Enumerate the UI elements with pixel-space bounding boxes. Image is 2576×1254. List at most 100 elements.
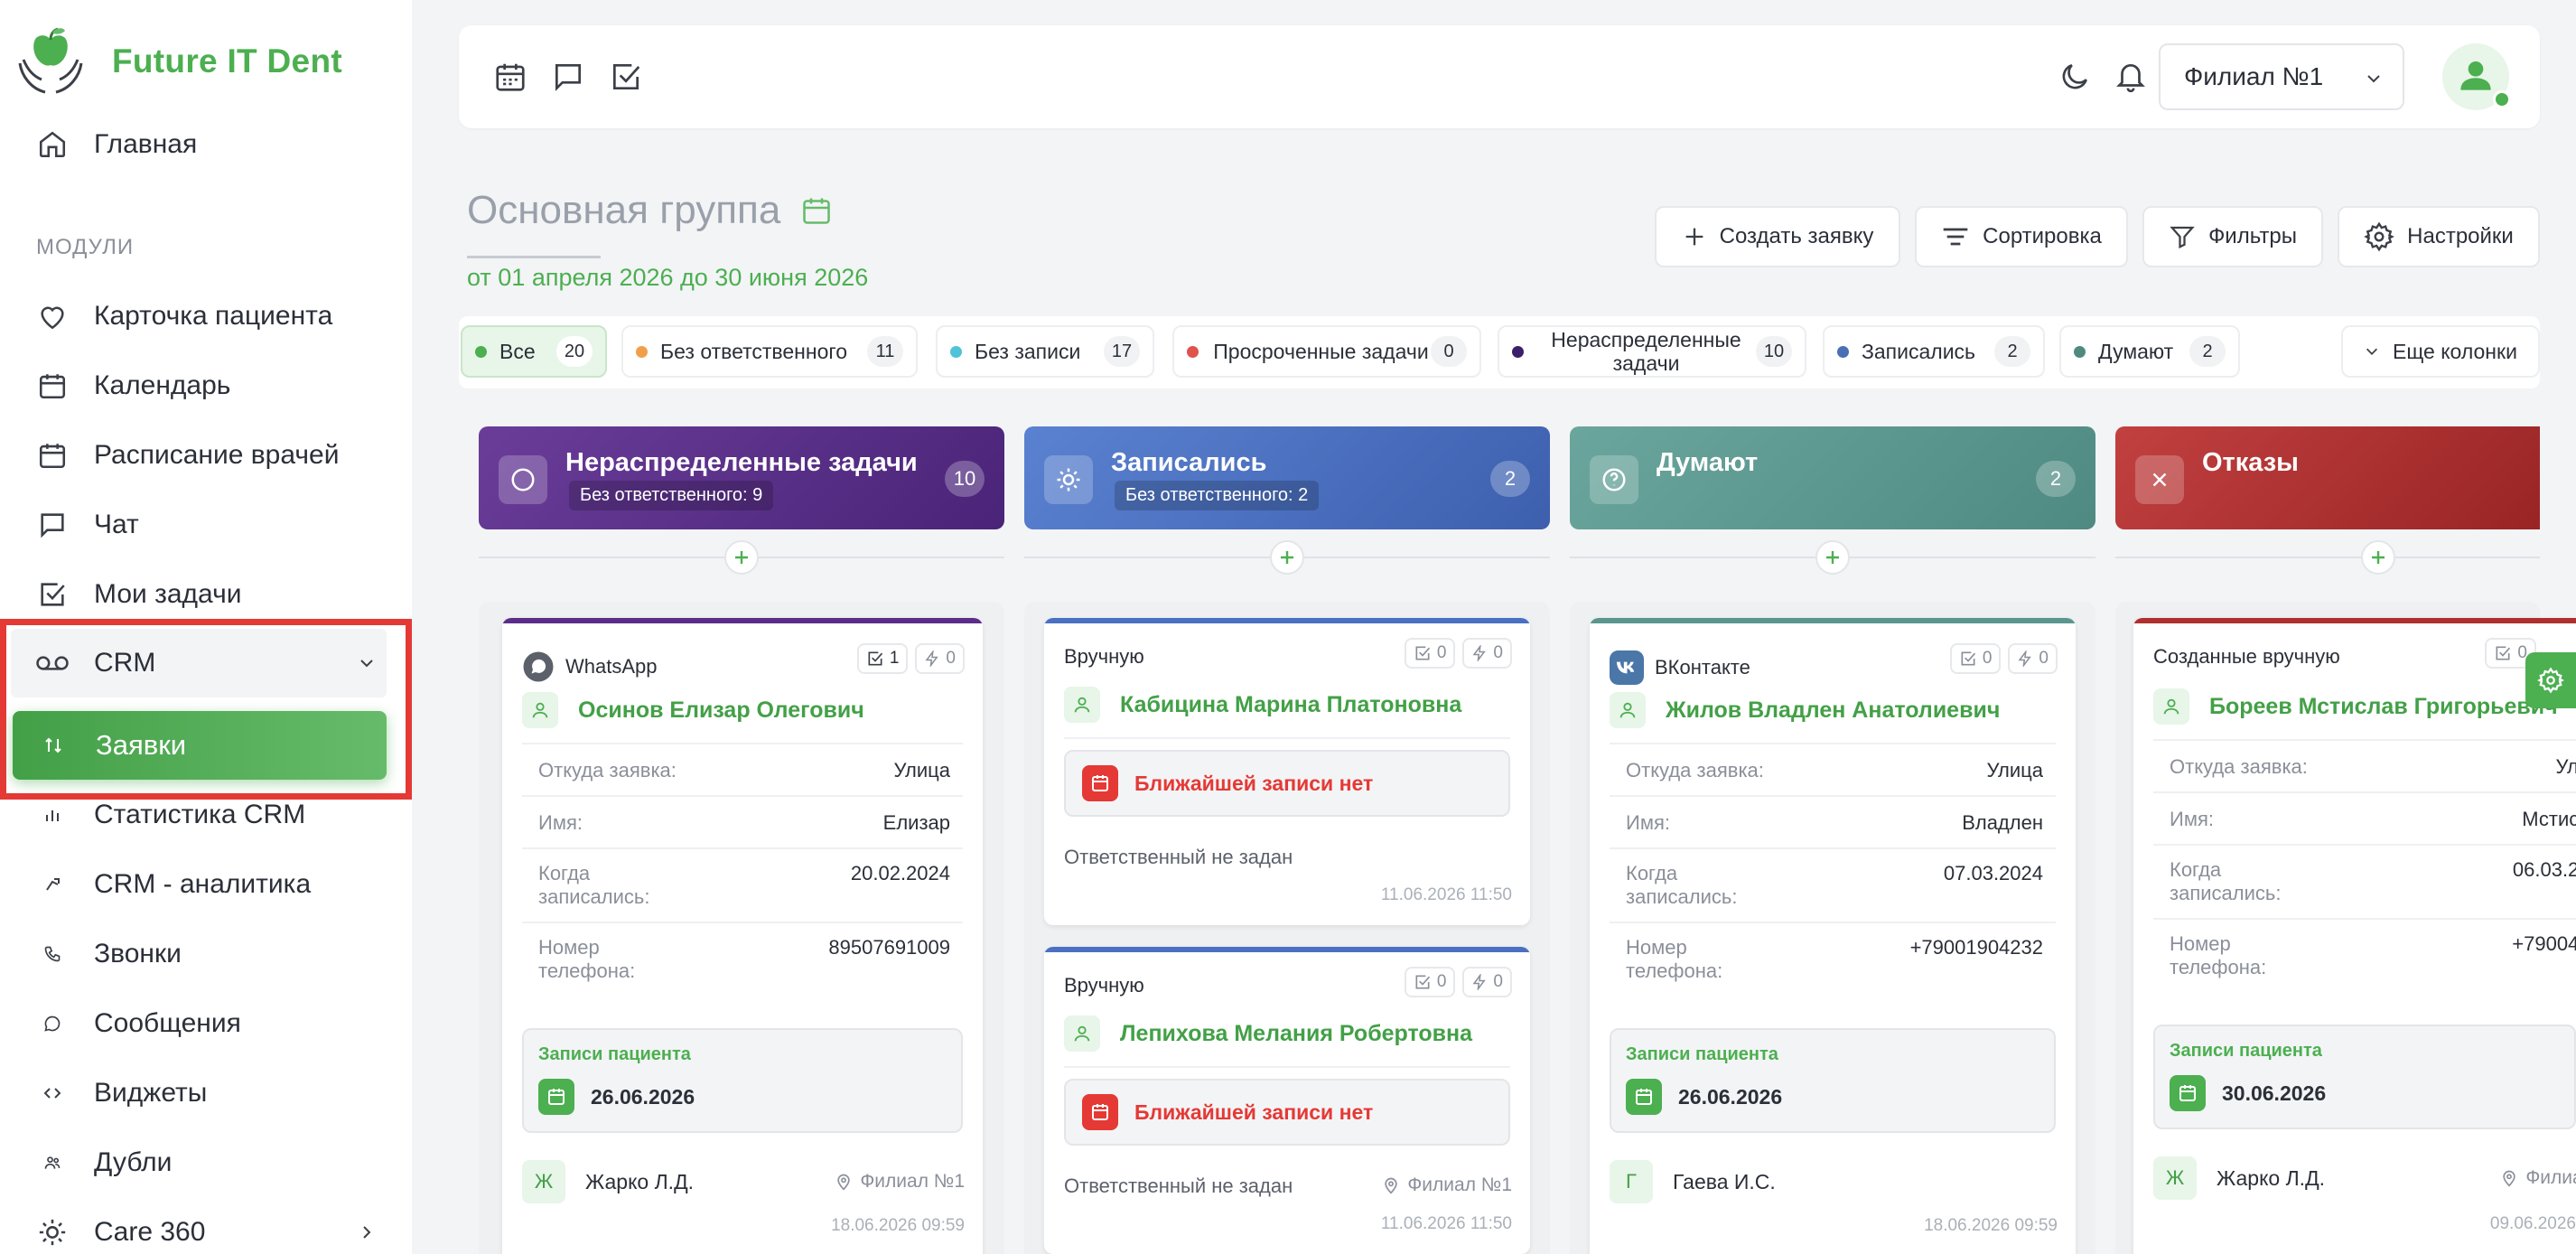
nav-messages[interactable]: Сообщения [34, 997, 241, 1051]
patient-name[interactable]: Осинов Елизар Олегович [522, 692, 864, 728]
branch-text: Филиал №1 [1407, 1174, 1512, 1195]
nav-patient-card-label: Карточка пациента [94, 301, 333, 331]
checkbox-icon [868, 651, 882, 666]
nav-home[interactable]: Главная [34, 117, 197, 172]
nav-crm-content[interactable]: CRM [34, 636, 155, 690]
activity-chip[interactable]: 0 [2008, 643, 2058, 674]
calendar-icon[interactable] [493, 60, 527, 94]
activity-chip[interactable]: 0 [915, 643, 965, 674]
plus-icon [1826, 551, 1839, 564]
column-count: 10 [945, 461, 985, 497]
field-value: Улица [1986, 759, 2043, 781]
filter-tab-count: 0 [1431, 336, 1467, 367]
nav-crm-analytics[interactable]: CRM - аналитика [34, 857, 311, 912]
status-dot [636, 345, 648, 358]
filter-tab-no-record[interactable]: Без записи 17 [936, 325, 1154, 378]
add-card-button[interactable] [1270, 540, 1304, 575]
chevron-right-icon[interactable] [358, 1223, 376, 1241]
nav-widgets[interactable]: Виджеты [34, 1066, 207, 1120]
nav-patient-card[interactable]: Карточка пациента [34, 289, 332, 343]
chat-icon[interactable] [551, 60, 585, 94]
nav-crm-stats[interactable]: Статистика CRM [34, 788, 305, 842]
nav-doctors-schedule[interactable]: Расписание врачей [34, 428, 339, 482]
column-header-unassigned: Нераспределенные задачи Без ответственно… [479, 426, 1004, 529]
responsible: Ж Жарко Л.Д. [522, 1160, 694, 1203]
chevron-down-icon[interactable] [358, 654, 376, 672]
tasks-chip[interactable]: 0 [1404, 967, 1456, 997]
settings-button[interactable]: Настройки [2338, 206, 2540, 267]
settings-side-tab[interactable] [2525, 652, 2576, 708]
add-card-button[interactable] [1815, 540, 1850, 575]
checkbox-icon [34, 576, 70, 613]
nav-requests[interactable]: Заявки [13, 711, 387, 780]
nav-care360[interactable]: Care 360 [34, 1205, 205, 1254]
add-card-button[interactable] [724, 540, 759, 575]
nav-crm-analytics-label: CRM - аналитика [94, 869, 312, 899]
filter-tab-thinking[interactable]: Думают 2 [2059, 325, 2240, 378]
filter-tab-all[interactable]: Все 20 [461, 325, 607, 378]
field-value: 06.03.2024 [2512, 858, 2576, 881]
timestamp: 11.06.2026 11:50 [1380, 885, 1512, 904]
more-columns-button[interactable]: Еще колонки [2341, 325, 2540, 378]
tasks-chip[interactable]: 0 [1949, 643, 2002, 674]
patient-name[interactable]: Лепихова Мелания Робертовна [1064, 1015, 1472, 1052]
field-label: Имя: [538, 811, 583, 834]
activity-chip[interactable]: 0 [1462, 638, 1512, 669]
filter-tab-count: 17 [1104, 336, 1140, 367]
filter-tab-booked[interactable]: Записались 2 [1823, 325, 2045, 378]
tasks-chip[interactable]: 1 [856, 643, 909, 674]
field-row: Имя: Владлен [1610, 795, 2056, 847]
filters-button[interactable]: Фильтры [2142, 206, 2323, 267]
patient-records[interactable]: Записи пациента 26.06.2026 [522, 1028, 963, 1133]
nav-calendar[interactable]: Календарь [34, 359, 230, 413]
sun-icon [1044, 455, 1093, 504]
moon-icon[interactable] [2058, 60, 2092, 94]
patient-name[interactable]: Жилов Владлен Анатолиевич [1610, 692, 2000, 728]
card-source-label: Созданные вручную [2153, 645, 2340, 668]
column-title: Нераспределенные задачи [565, 448, 918, 477]
field-value: 20.02.2024 [850, 862, 950, 884]
filter-tab-no-responsible[interactable]: Без ответственного 11 [621, 325, 918, 378]
branch-select[interactable]: Филиал №1 [2159, 43, 2404, 110]
create-request-button[interactable]: Создать заявку [1655, 206, 1900, 267]
nav-my-tasks[interactable]: Мои задачи [34, 567, 241, 622]
bell-icon[interactable] [2114, 60, 2148, 94]
lightning-icon [925, 650, 939, 667]
filters-label: Фильтры [2208, 224, 2297, 248]
sort-button[interactable]: Сортировка [1915, 206, 2128, 267]
card-source-label: Вручную [1064, 974, 1144, 997]
chevron-down-icon [2367, 75, 2380, 83]
nav-duplicates[interactable]: Дубли [34, 1136, 172, 1190]
request-card[interactable]: WhatsApp 1 0 Осинов Елизар Олегович Отку… [502, 618, 983, 1254]
avatar[interactable] [2442, 43, 2511, 110]
filter-bar: Все 20 Без ответственного 11 Без записи … [459, 316, 2540, 388]
checkbox-icon[interactable] [609, 60, 643, 94]
patient-name[interactable]: Бореев Мстислав Григорьевич [2153, 688, 2558, 725]
status-dot [950, 345, 962, 358]
card-chips: 0 0 [1949, 643, 2058, 674]
calendar-icon [538, 1079, 574, 1115]
request-card[interactable]: Созданные вручную 0 Бореев Мстислав Григ… [2133, 618, 2576, 1254]
nav-chat[interactable]: Чат [34, 498, 139, 552]
request-card[interactable]: Вручную 0 0 Кабицина Марина Платоновна Б… [1044, 618, 1530, 925]
patient-records[interactable]: Записи пациента 26.06.2026 [1610, 1028, 2056, 1133]
nav-calls[interactable]: Звонки [34, 927, 182, 981]
tasks-chip[interactable]: 0 [1404, 638, 1456, 669]
nav-calendar-label: Календарь [94, 370, 231, 400]
patient-name[interactable]: Кабицина Марина Платоновна [1064, 687, 1461, 723]
activity-chip[interactable]: 0 [1462, 967, 1512, 997]
field-label: Номер телефона: [1626, 936, 1723, 982]
chat-icon [34, 507, 70, 543]
request-card[interactable]: Вручную 0 0 Лепихова Мелания Робертовна … [1044, 947, 1530, 1254]
filter-tab-unassigned[interactable]: Нераспределенные задачи 10 [1498, 325, 1806, 378]
field-row: Откуда заявка: Улица [2153, 739, 2576, 791]
whatsapp-icon [523, 651, 554, 682]
column-title: Отказы [2202, 448, 2299, 477]
card-source: Вручную [1064, 974, 1144, 997]
add-card-button[interactable] [2361, 540, 2395, 575]
calendar-icon[interactable] [800, 194, 833, 227]
patient-records[interactable]: Записи пациента 30.06.2026 [2153, 1025, 2576, 1129]
logo[interactable]: Future IT Dent [14, 23, 342, 99]
request-card[interactable]: ВКонтакте 0 0 Жилов Владлен Анатолиевич … [1590, 618, 2076, 1254]
filter-tab-overdue[interactable]: Просроченные задачи 0 [1172, 325, 1481, 378]
